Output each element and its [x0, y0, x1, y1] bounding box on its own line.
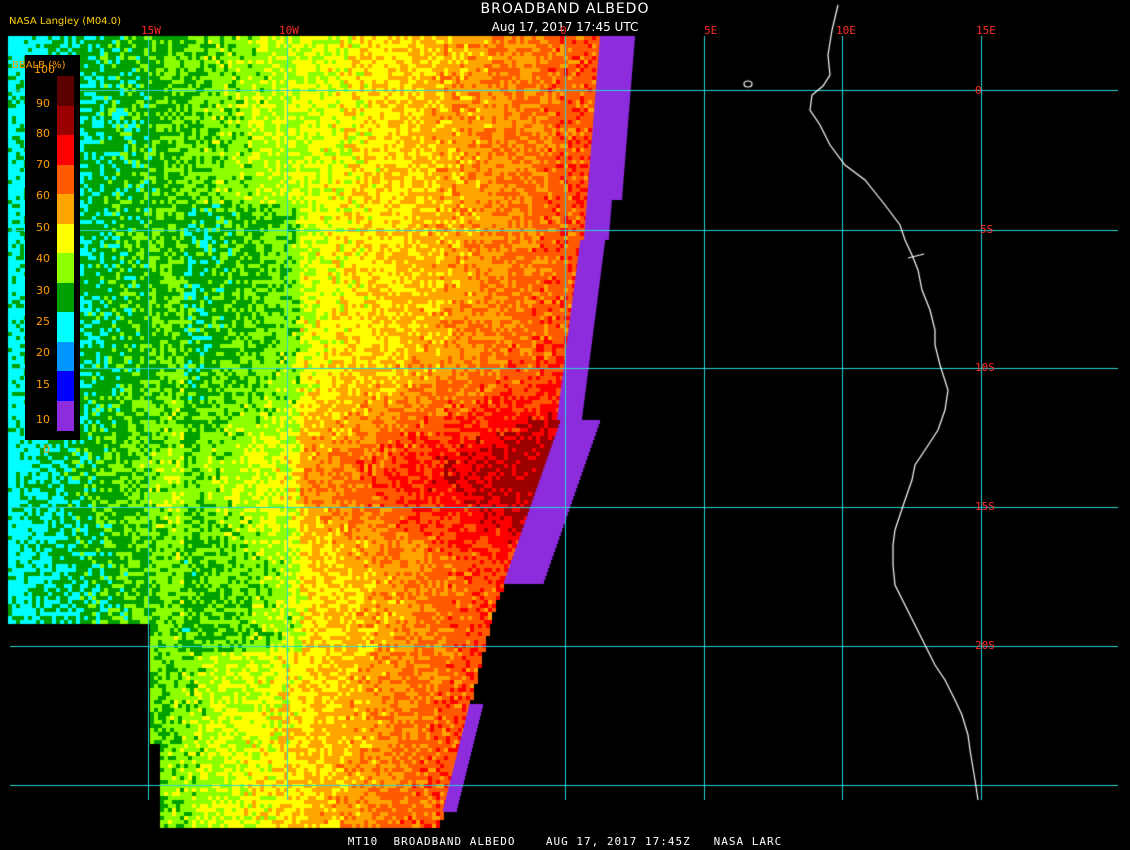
legend-tick-label: 0	[43, 443, 50, 456]
legend-swatch	[57, 312, 74, 342]
legend-tick-label: 70	[36, 158, 50, 171]
legend-swatch	[57, 76, 74, 106]
legend-tick-label: 25	[36, 315, 50, 328]
legend-tick-label: 20	[36, 346, 50, 359]
legend-tick-label: 15	[36, 378, 50, 391]
legend-tick-label: 50	[36, 221, 50, 234]
legend-tick-label: 90	[36, 97, 50, 110]
legend-tick-label: 30	[36, 284, 50, 297]
legend-tick-label: 80	[36, 127, 50, 140]
albedo-map[interactable]	[0, 0, 1130, 850]
legend-swatch	[57, 371, 74, 401]
lon-label-10w: 10W	[279, 24, 299, 37]
legend-swatch	[57, 105, 74, 136]
legend-swatch	[57, 400, 74, 431]
lon-label-10e: 10E	[836, 24, 856, 37]
footer-caption: MT10 BROADBAND ALBEDO AUG 17, 2017 17:45…	[347, 835, 783, 848]
legend-swatch	[57, 282, 74, 313]
legend-swatch	[57, 135, 74, 165]
legend-swatch	[57, 223, 74, 254]
lon-label-0: 0	[560, 24, 567, 37]
legend-tick-label: 100	[34, 63, 55, 76]
legend-swatch	[57, 164, 74, 195]
satellite-image-viewer: BROADBAND ALBEDO Aug 17, 2017 17:45 UTC …	[0, 0, 1130, 850]
image-title: BROADBAND ALBEDO	[480, 1, 650, 17]
lat-label-5s: 5S	[980, 223, 994, 236]
legend-swatch	[57, 253, 74, 283]
lon-label-15e: 15E	[976, 24, 996, 37]
legend-tick-label: 60	[36, 189, 50, 202]
lon-label-15w: 15W	[141, 24, 161, 37]
source-label: NASA Langley (M04.0)	[9, 16, 121, 27]
legend-swatch	[57, 194, 74, 224]
lon-label-5e: 5E	[704, 24, 718, 37]
lat-label-10s: 10S	[975, 361, 995, 374]
lat-label-15s: 15S	[975, 500, 995, 513]
lat-label-20s: 20S	[975, 639, 995, 652]
legend-tick-label: 10	[36, 413, 50, 426]
lat-label-0: 0	[975, 84, 982, 97]
legend-swatch	[57, 341, 74, 372]
legend-tick-label: 40	[36, 252, 50, 265]
